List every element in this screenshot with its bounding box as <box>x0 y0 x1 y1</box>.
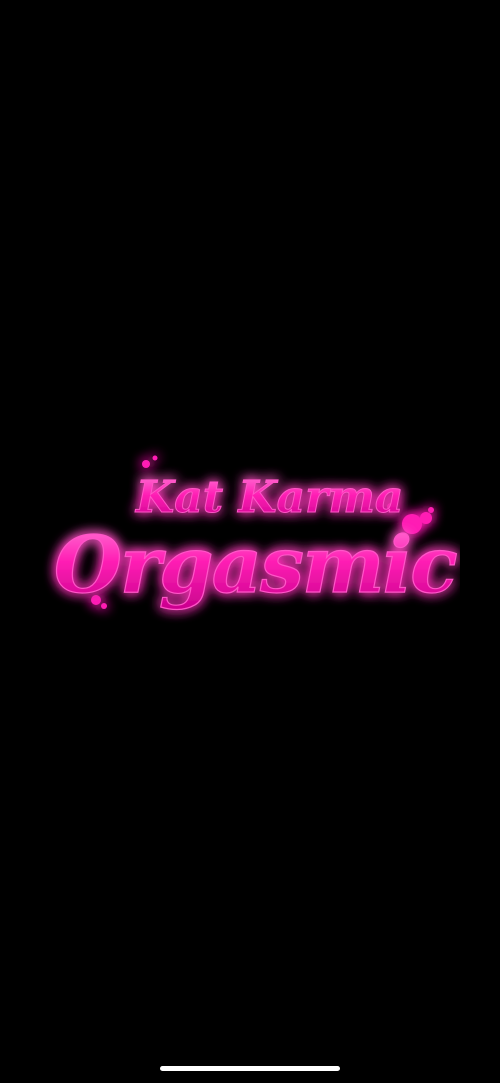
splash-screen: Kat Karma Orgasmic <box>0 0 500 1083</box>
home-indicator[interactable] <box>160 1066 340 1071</box>
bubble-dot <box>428 507 434 513</box>
album-logo: Kat Karma Orgasmic <box>40 440 460 640</box>
bubble-dot <box>152 455 158 461</box>
album-logo-graphic: Kat Karma Orgasmic <box>53 455 460 612</box>
album-title: Orgasmic <box>54 520 457 611</box>
artist-name: Kat Karma <box>134 472 403 523</box>
bubble-dot <box>142 460 150 468</box>
